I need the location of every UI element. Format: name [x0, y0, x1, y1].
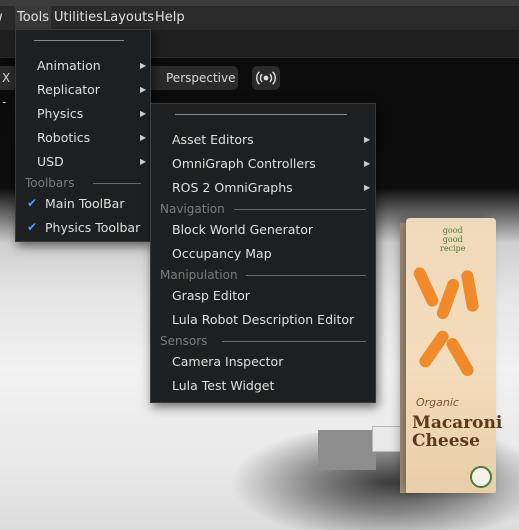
menu-item-asset-editors[interactable]: Asset Editors ▶: [172, 128, 372, 152]
menu-item-animation[interactable]: Animation ▶: [37, 54, 149, 78]
menu-item-grasp-editor[interactable]: Grasp Editor: [172, 284, 372, 308]
organic-seal-icon: [470, 466, 492, 488]
submenu-arrow-icon: ▶: [140, 61, 147, 70]
menu-item-label: ROS 2 OmniGraphs: [172, 180, 293, 195]
menu-item-robotics[interactable]: Robotics ▶: [37, 126, 149, 150]
tearoff-bar: [34, 40, 124, 41]
menu-item-block-world-generator[interactable]: Block World Generator: [172, 218, 372, 242]
menu-item-camera-inspector[interactable]: Camera Inspector: [172, 350, 372, 374]
section-toolbars: Toolbars: [25, 174, 149, 192]
menu-tearoff-handle[interactable]: [151, 104, 377, 124]
checkmark-icon: ✔: [27, 196, 38, 210]
broadcast-icon: [256, 71, 276, 85]
section-divider: [222, 341, 366, 342]
toggle-main-toolbar[interactable]: ✔ Main ToolBar: [27, 192, 149, 216]
menu-item-label: OmniGraph Controllers: [172, 156, 316, 171]
perspective-button[interactable]: Perspective: [146, 66, 238, 90]
section-label: Sensors: [160, 334, 208, 348]
section-divider: [93, 183, 141, 184]
menu-utilities[interactable]: Utilities: [52, 6, 105, 30]
box-front: good good recipe Organic Macaroni Cheese: [406, 218, 503, 493]
section-label: Manipulation: [160, 268, 238, 282]
section-navigation: Navigation: [160, 200, 370, 218]
menu-item-label: Physics Toolbar: [45, 220, 141, 235]
box-brand-logo: good good recipe: [440, 226, 466, 253]
noodle-graphic: [417, 328, 451, 370]
robotics-submenu: Asset Editors ▶ OmniGraph Controllers ▶ …: [150, 103, 376, 403]
box-label-product: Macaroni Cheese: [412, 413, 503, 451]
menu-window[interactable]: w: [0, 6, 5, 30]
menu-item-label: Lula Test Widget: [172, 378, 275, 393]
box-label-organic: Organic: [416, 396, 459, 409]
noodle-graphic: [435, 277, 461, 321]
menu-item-occupancy-map[interactable]: Occupancy Map: [172, 242, 372, 266]
submenu-arrow-icon: ▶: [140, 133, 147, 142]
menu-item-label: Camera Inspector: [172, 354, 284, 369]
live-sync-button[interactable]: [252, 66, 280, 90]
menu-item-label: Replicator: [37, 82, 100, 97]
menu-item-label: USD: [37, 154, 64, 169]
menu-item-usd[interactable]: USD ▶: [37, 150, 149, 174]
section-sensors: Sensors: [160, 332, 370, 350]
menu-tearoff-handle[interactable]: [16, 30, 152, 50]
menu-help[interactable]: Help: [153, 6, 187, 30]
menu-item-physics[interactable]: Physics ▶: [37, 102, 149, 126]
menu-tools[interactable]: Tools: [15, 6, 52, 30]
section-divider: [246, 275, 366, 276]
menu-item-omnigraph-controllers[interactable]: OmniGraph Controllers ▶: [172, 152, 372, 176]
section-divider: [234, 209, 366, 210]
menu-layouts[interactable]: Layouts: [101, 6, 156, 30]
menu-item-label: Main ToolBar: [45, 196, 125, 211]
submenu-arrow-icon: ▶: [140, 157, 147, 166]
menu-item-label: Robotics: [37, 130, 91, 145]
submenu-arrow-icon: ▶: [364, 135, 371, 144]
tearoff-bar: [175, 114, 347, 115]
menu-item-lula-test-widget[interactable]: Lula Test Widget: [172, 374, 372, 398]
gripper-body: [318, 430, 376, 470]
tools-menu: Animation ▶ Replicator ▶ Physics ▶ Robot…: [15, 29, 151, 242]
menu-item-label: Asset Editors: [172, 132, 254, 147]
submenu-arrow-icon: ▶: [140, 85, 147, 94]
section-label: Navigation: [160, 202, 225, 216]
menu-item-lula-robot-description-editor[interactable]: Lula Robot Description Editor: [172, 308, 372, 332]
perspective-label: Perspective: [166, 71, 236, 85]
submenu-arrow-icon: ▶: [364, 183, 371, 192]
menu-item-label: Occupancy Map: [172, 246, 272, 261]
toggle-physics-toolbar[interactable]: ✔ Physics Toolbar: [27, 216, 149, 240]
menu-bar: w Tools Utilities Layouts Help: [0, 6, 519, 30]
section-label: Toolbars: [25, 176, 75, 190]
macaroni-box: good good recipe Organic Macaroni Cheese: [400, 218, 503, 493]
submenu-arrow-icon: ▶: [364, 159, 371, 168]
section-manipulation: Manipulation: [160, 266, 370, 284]
checkmark-icon: ✔: [27, 220, 38, 234]
menu-item-label: Block World Generator: [172, 222, 314, 237]
menu-item-label: Grasp Editor: [172, 288, 250, 303]
noodle-graphic: [460, 269, 480, 313]
menu-item-label: Lula Robot Description Editor: [172, 312, 355, 327]
submenu-arrow-icon: ▶: [140, 109, 147, 118]
menu-item-replicator[interactable]: Replicator ▶: [37, 78, 149, 102]
menu-item-label: Physics: [37, 106, 84, 121]
noodle-graphic: [444, 335, 476, 379]
menu-item-ros2-omnigraphs[interactable]: ROS 2 OmniGraphs ▶: [172, 176, 372, 200]
menu-item-label: Animation: [37, 58, 101, 73]
noodle-graphic: [411, 265, 441, 309]
